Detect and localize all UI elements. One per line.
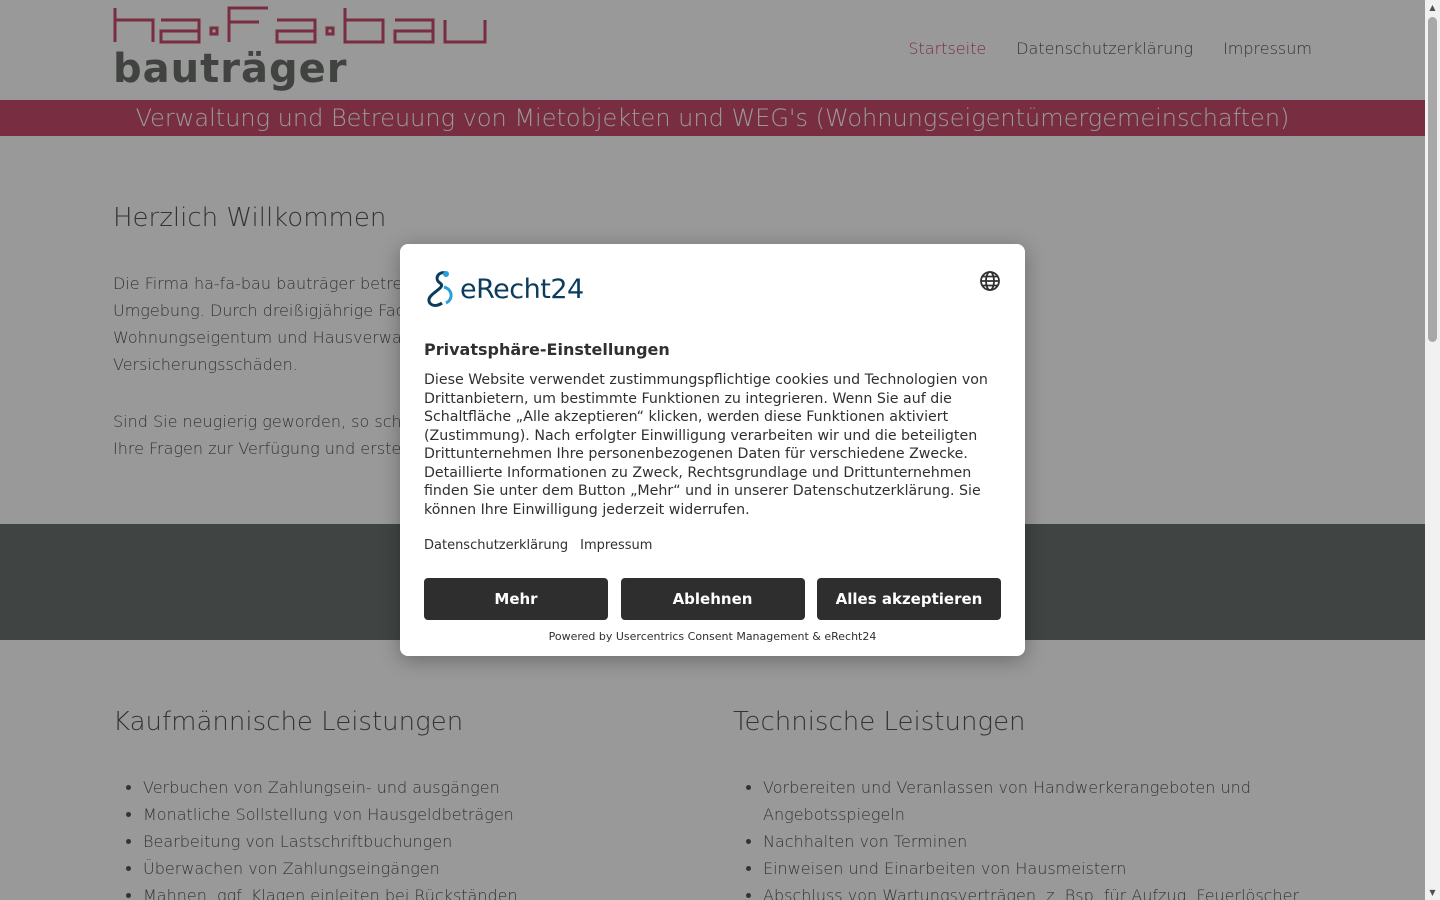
erecht24-brand-text: eRecht24	[460, 273, 584, 305]
consent-link-datenschutz[interactable]: Datenschutzerklärung	[424, 538, 568, 553]
more-button[interactable]: Mehr	[424, 578, 608, 620]
decline-button[interactable]: Ablehnen	[620, 578, 805, 620]
page: bauträger Startseite Datenschutzerklärun…	[0, 0, 1425, 900]
powered-by-text: Powered by Usercentrics Consent Manageme…	[548, 630, 877, 643]
accept-all-button[interactable]: Alles akzeptieren	[817, 578, 1001, 620]
erecht24-logo: eRecht24	[424, 268, 584, 310]
scroll-up-arrow-icon[interactable]: ▲	[1425, 0, 1440, 15]
page-scrollbar[interactable]: ▲ ▼	[1425, 0, 1440, 900]
erecht24-mark-icon	[427, 271, 453, 307]
consent-title: Privatsphäre-Einstellungen	[424, 340, 670, 359]
consent-text: Diese Website verwendet zustimmungspflic…	[424, 372, 988, 518]
scroll-down-arrow-icon[interactable]: ▼	[1425, 885, 1440, 900]
consent-links: Datenschutzerklärung Impressum	[424, 538, 652, 553]
consent-dialog: eRecht24 Privatsphäre-Einstellungen Dies…	[400, 244, 1025, 656]
language-globe-icon[interactable]	[979, 270, 1001, 292]
scrollbar-thumb[interactable]	[1428, 17, 1437, 342]
consent-buttons: Mehr Ablehnen Alles akzeptieren	[424, 578, 1001, 620]
consent-link-impressum[interactable]: Impressum	[580, 538, 652, 553]
